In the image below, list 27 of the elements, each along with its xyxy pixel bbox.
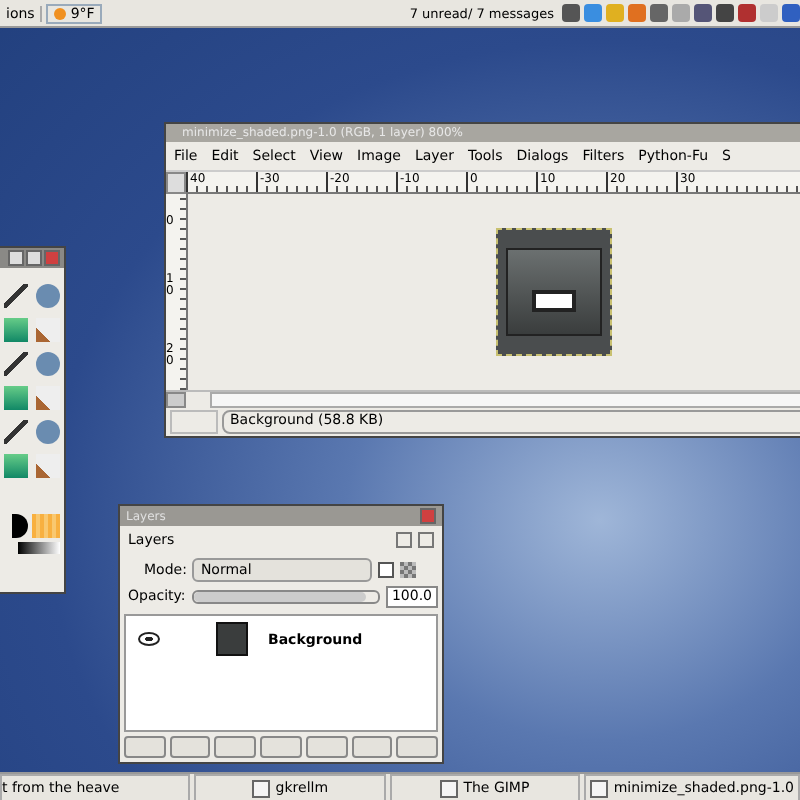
window-icon <box>439 779 458 797</box>
maximize-button[interactable] <box>26 250 42 266</box>
layer-action-button[interactable] <box>396 736 439 758</box>
layer-thumbnail <box>216 622 248 656</box>
pattern-swatch[interactable] <box>32 514 60 538</box>
pointer-coordinates-field <box>170 410 218 434</box>
tab-menu-button[interactable] <box>396 532 412 548</box>
horizontal-scrollbar[interactable] <box>210 392 800 408</box>
image-preview <box>496 228 612 356</box>
window-icon <box>589 779 608 797</box>
layer-action-button[interactable] <box>169 736 211 758</box>
checkerboard-icon <box>400 561 417 577</box>
layer-action-button[interactable] <box>305 736 348 758</box>
navigate-button[interactable] <box>166 392 186 408</box>
eye-icon[interactable] <box>138 632 160 646</box>
gradient-swatch[interactable] <box>18 542 60 554</box>
close-tab-button[interactable] <box>418 532 434 548</box>
window-icon <box>251 779 270 797</box>
layer-action-button[interactable] <box>124 736 166 758</box>
layer-action-button[interactable] <box>351 736 393 758</box>
layer-action-button[interactable] <box>214 736 257 758</box>
foreground-color-swatch[interactable] <box>12 514 28 538</box>
minimize-button[interactable] <box>8 250 24 266</box>
quick-mask-button[interactable] <box>166 172 186 194</box>
layer-action-button[interactable] <box>260 736 302 758</box>
opacity-slider[interactable] <box>193 591 365 601</box>
lock-checkbox[interactable] <box>378 561 395 577</box>
